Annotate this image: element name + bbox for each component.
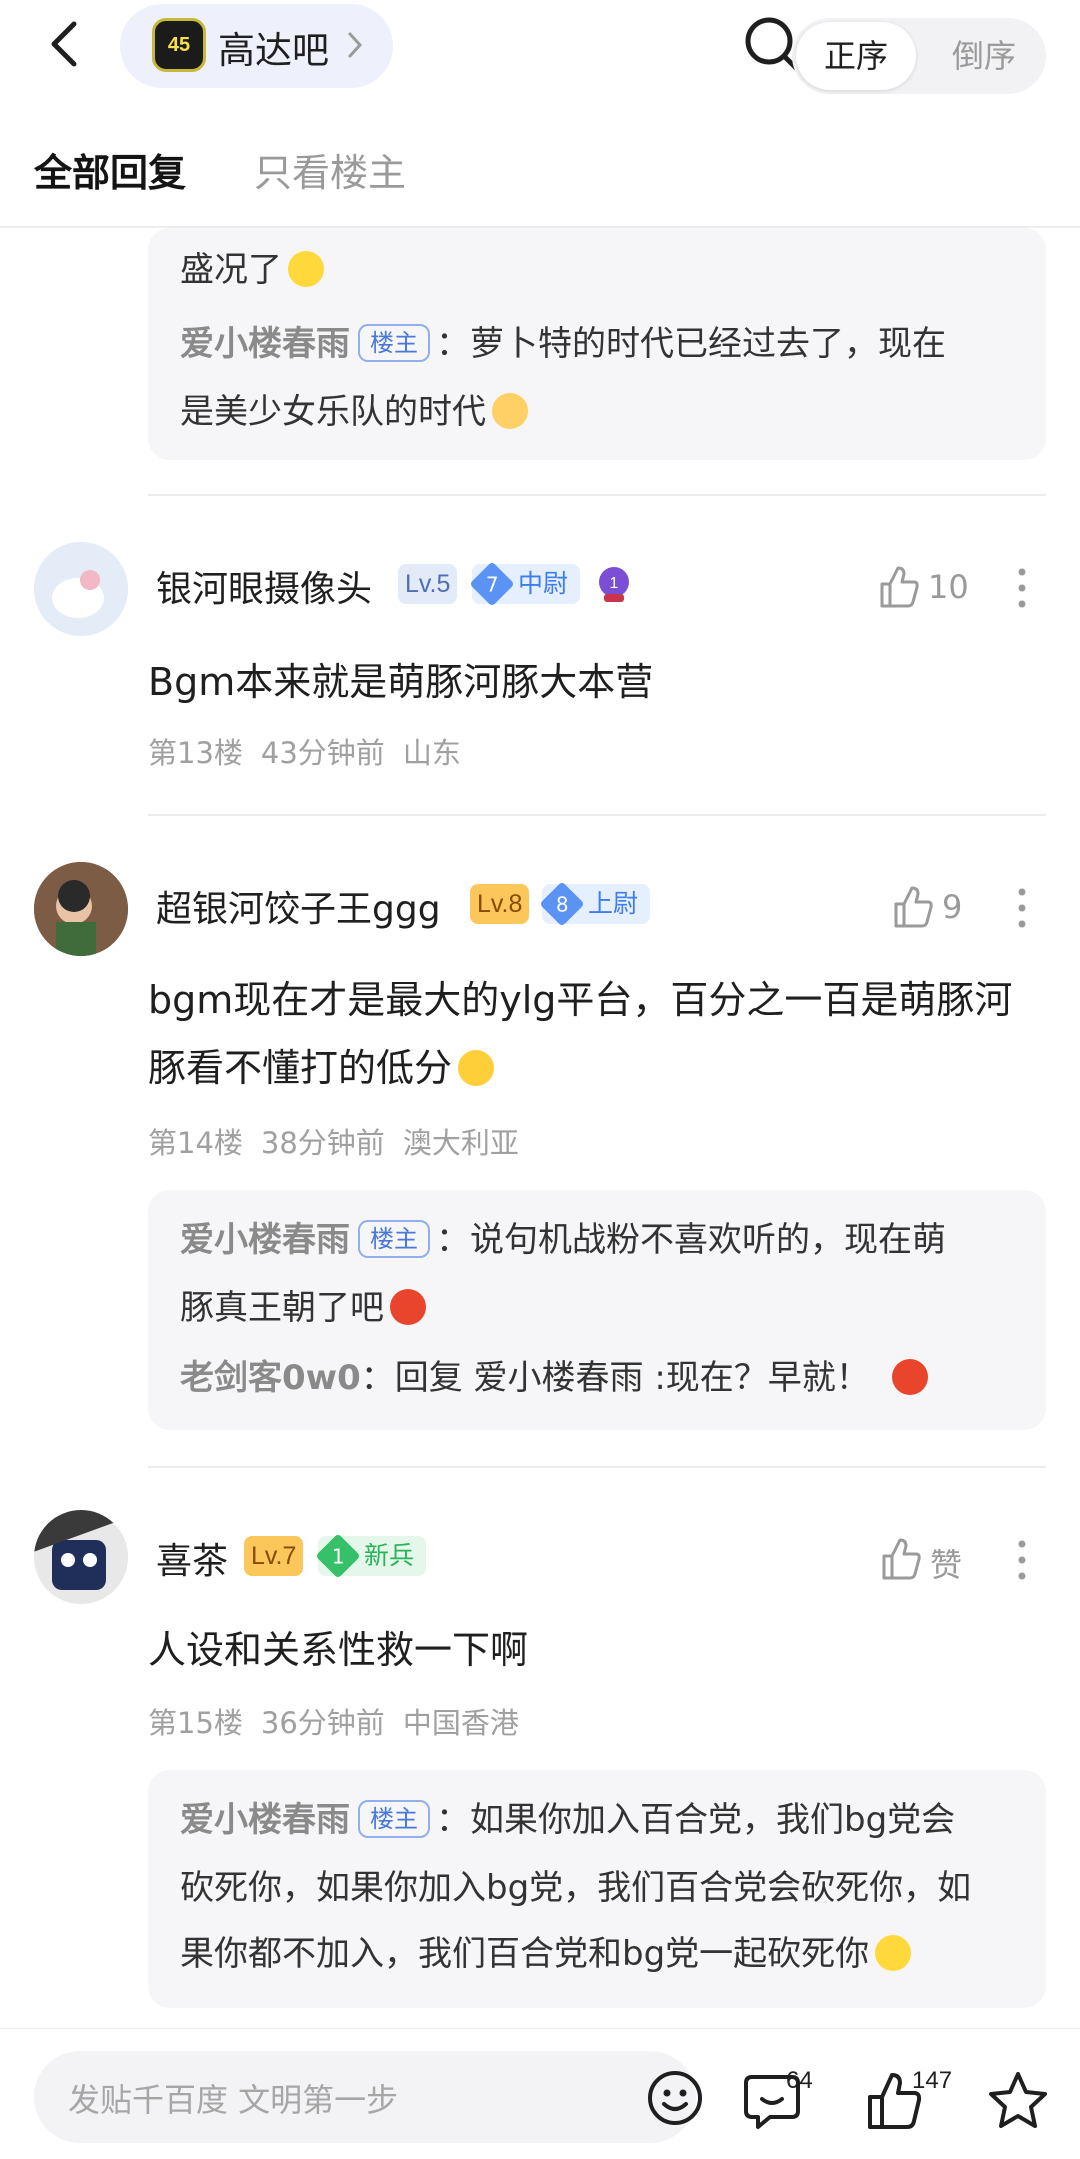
grin-emoji-icon (875, 1934, 912, 1971)
tab-op-only[interactable]: 只看楼主 (254, 142, 406, 197)
reply-line: 砍死你，如果你加入bg党，我们百合党会砍死你，如 (180, 1868, 972, 1908)
reply-author[interactable]: 爱小楼春雨 (180, 324, 350, 364)
level-badge: Lv.5 (398, 564, 458, 604)
forum-name[interactable]: 高达吧 (218, 20, 329, 74)
op-badge: 楼主 (358, 323, 430, 362)
reply-line: 果你都不加入，我们百合党和bg党一起砍死你 (180, 1926, 1030, 1975)
tab-all-replies[interactable]: 全部回复 (34, 142, 186, 197)
divider (148, 1466, 1046, 1468)
reply-box[interactable]: 爱小楼春雨 楼主 ：如果你加入百合党，我们bg党会 砍死你，如果你加入bg党，我们百… (148, 1770, 1046, 2008)
angry-emoji-icon (390, 1288, 426, 1325)
back-icon[interactable] (38, 14, 98, 74)
star-icon[interactable] (986, 2069, 1050, 2133)
comment-input-placeholder: 发贴千百度 文明第一步 (68, 2081, 399, 2119)
reply-line: 爱小楼春雨 楼主 ：说句机战粉不喜欢听的，现在萌 (180, 1219, 946, 1260)
medal-icon: 1 (599, 567, 629, 602)
username[interactable]: 银河眼摄像头 (156, 560, 372, 612)
thumbs-up-icon[interactable] (876, 564, 922, 610)
order-asc-button[interactable]: 正序 (796, 22, 916, 90)
reply-line: 爱小楼春雨 楼主 ：如果你加入百合党，我们bg党会 (180, 1799, 956, 1840)
forum-logo: 45 (152, 18, 206, 72)
avatar[interactable] (34, 862, 128, 956)
comment-count: 64 (786, 2067, 813, 2094)
thumbs-up-icon[interactable] (890, 884, 936, 930)
post-meta: 第14楼 38分钟前 澳大利亚 (148, 1126, 519, 1160)
like-label: 赞 (930, 1546, 963, 1584)
hug-emoji-icon (492, 392, 528, 429)
post-content: 人设和关系性救一下啊 (148, 1628, 529, 1672)
rank-badge: 7 中尉 (469, 561, 581, 607)
avatar[interactable] (34, 542, 128, 636)
post-meta: 第13楼 43分钟前 山东 (148, 736, 461, 770)
smile-emoji-icon (288, 250, 324, 287)
post-meta: 第15楼 36分钟前 中国香港 (148, 1706, 519, 1740)
more-vertical-icon[interactable] (1016, 1538, 1028, 1582)
divider (148, 814, 1046, 816)
op-badge: 楼主 (358, 1219, 430, 1258)
reply-author[interactable]: 爱小楼春雨 (180, 1220, 350, 1260)
emoji-icon[interactable] (646, 2069, 704, 2127)
angry-emoji-icon (891, 1358, 928, 1395)
reply-line: 老剑客0w0：回复 爱小楼春雨 :现在？早就！ (180, 1350, 1030, 1399)
reply-author[interactable]: 老剑客0w0 (180, 1358, 361, 1398)
thumbs-up-icon[interactable] (878, 1536, 924, 1582)
like-count: 10 (928, 568, 969, 606)
post-content: Bgm本来就是萌豚河豚大本营 (148, 660, 654, 704)
username[interactable]: 超银河饺子王ggg (156, 880, 441, 932)
comment-input[interactable]: 发贴千百度 文明第一步 (34, 2051, 702, 2143)
reply-box[interactable]: 爱小楼春雨 楼主 ：说句机战粉不喜欢听的，现在萌 豚真王朝了吧 老剑客0w0：回复 … (148, 1190, 1046, 1430)
svg-text:1: 1 (610, 575, 619, 592)
tabs-row: 全部回复 只看楼主 (0, 120, 1080, 228)
reply-line: 豚真王朝了吧 (180, 1280, 1030, 1329)
post-content: bgm现在才是最大的ylg平台，百分之一百是萌豚河 豚看不懂打的低分 (148, 978, 1013, 1090)
like-count: 9 (942, 888, 963, 926)
more-vertical-icon[interactable] (1016, 566, 1028, 610)
reply-author[interactable]: 爱小楼春雨 (180, 1800, 350, 1840)
order-desc-button[interactable]: 倒序 (926, 22, 1042, 90)
rank-badge: 1 新兵 (315, 1533, 427, 1579)
reply-line: 是美少女乐队的时代 (180, 384, 1030, 433)
reply-line: 爱小楼春雨 楼主 ：萝卜特的时代已经过去了，现在 (180, 323, 946, 364)
reply-line: 盛况了 (180, 242, 1030, 291)
avatar[interactable] (34, 1510, 128, 1604)
yum-emoji-icon (458, 1049, 495, 1086)
chevron-right-icon (348, 32, 363, 58)
like-count: 147 (912, 2067, 953, 2094)
more-vertical-icon[interactable] (1016, 886, 1028, 930)
op-badge: 楼主 (358, 1799, 430, 1838)
rank-badge: 8 上尉 (539, 881, 651, 927)
level-badge: Lv.8 (470, 884, 530, 924)
reply-box[interactable]: 盛况了 爱小楼春雨 楼主 ：萝卜特的时代已经过去了，现在 是美少女乐队的时代 (148, 228, 1046, 460)
level-badge: Lv.7 (244, 1536, 304, 1576)
username[interactable]: 喜茶 (156, 1532, 228, 1584)
divider (148, 494, 1046, 496)
bottom-bar: 发贴千百度 文明第一步 64 147 (0, 2028, 1080, 2159)
